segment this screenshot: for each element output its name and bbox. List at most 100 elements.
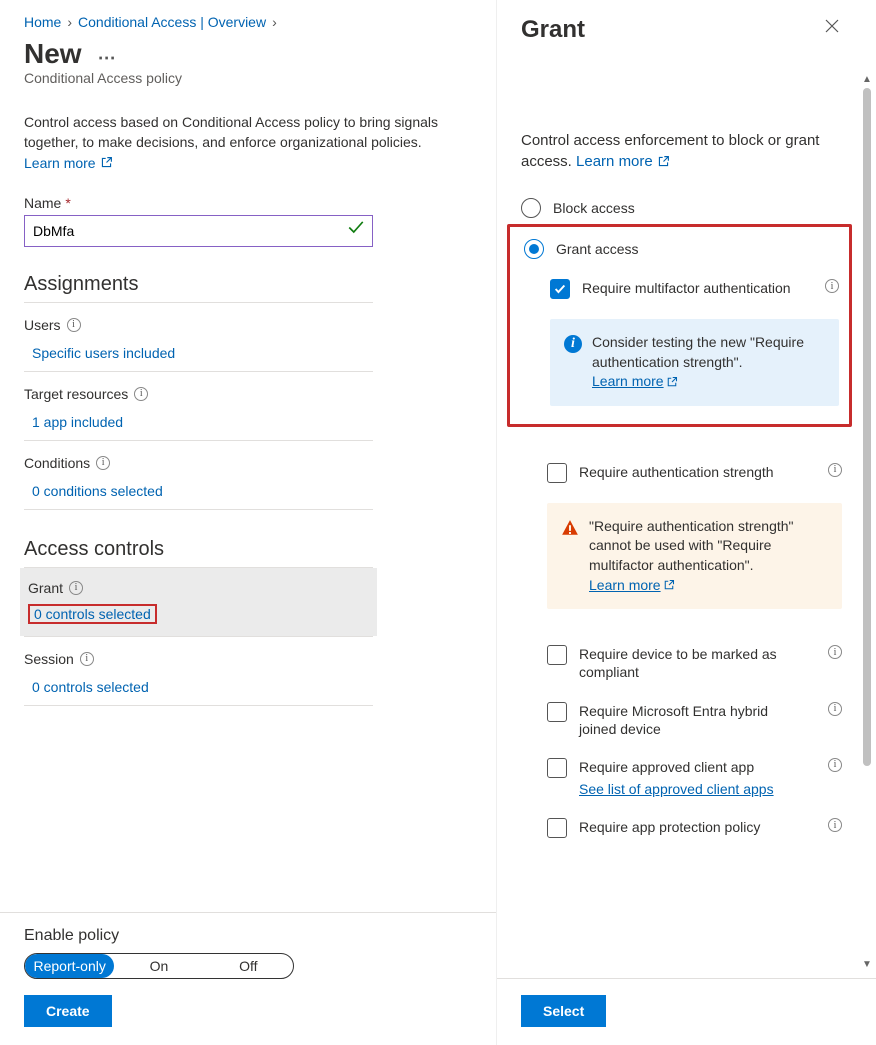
checkbox-icon [550,279,570,299]
page-title: New ⋯ [24,38,472,70]
valid-checkmark-icon [347,218,365,239]
panel-footer: Select [497,978,876,1045]
info-icon[interactable]: i [134,387,148,401]
panel-learn-more-text: Learn more [576,151,653,172]
info-note-learn-text: Learn more [592,372,664,392]
toggle-off[interactable]: Off [204,954,293,978]
info-icon[interactable]: i [828,758,842,772]
breadcrumb-conditional-access[interactable]: Conditional Access | Overview [78,14,266,30]
enable-policy-label: Enable policy [24,927,472,945]
require-approved-client-checkbox[interactable]: Require approved client app See list of … [547,758,842,798]
close-icon[interactable] [822,16,842,36]
conditions-section[interactable]: Conditions i 0 conditions selected [24,441,373,510]
conditions-value[interactable]: 0 conditions selected [24,483,163,499]
checkbox-icon [547,758,567,778]
enable-policy-toggle[interactable]: Report-only On Off [24,953,294,979]
toggle-on[interactable]: On [114,954,203,978]
require-mfa-label: Require multifactor authentication [582,279,813,297]
require-mfa-checkbox[interactable]: Require multifactor authentication i [550,279,839,299]
name-field: Name * [24,195,472,247]
warning-note-text: "Require authentication strength" cannot… [589,518,794,573]
page-intro: Control access based on Conditional Acce… [24,112,472,173]
checkbox-icon [547,463,567,483]
target-value[interactable]: 1 app included [24,414,123,430]
grant-panel: Grant Control access enforcement to bloc… [497,0,876,1045]
grant-access-radio[interactable]: Grant access [524,239,839,259]
require-app-protection-checkbox[interactable]: Require app protection policy i [547,818,842,838]
grant-access-label: Grant access [556,241,638,257]
require-compliant-checkbox[interactable]: Require device to be marked as compliant… [547,645,842,681]
radio-icon [521,198,541,218]
info-note: i Consider testing the new "Require auth… [550,319,839,406]
info-icon[interactable]: i [67,318,81,332]
conditions-label: Conditions [24,455,90,471]
checkbox-icon [547,702,567,722]
checkbox-icon [547,645,567,665]
toggle-report-only[interactable]: Report-only [25,954,114,978]
users-section[interactable]: Users i Specific users included [24,303,373,372]
warn-learn-text: Learn more [589,576,661,596]
info-icon[interactable]: i [828,463,842,477]
block-access-radio[interactable]: Block access [521,198,842,218]
breadcrumb-sep: › [272,14,277,30]
session-label: Session [24,651,74,667]
grant-highlight: 0 controls selected [28,604,157,624]
require-hybrid-label: Require Microsoft Entra hybrid joined de… [579,702,816,738]
approved-list-link[interactable]: See list of approved client apps [579,780,806,798]
left-footer: Enable policy Report-only On Off Create [0,912,496,1045]
info-icon[interactable]: i [825,279,839,293]
info-icon[interactable]: i [828,702,842,716]
select-button[interactable]: Select [521,995,606,1027]
require-authstrength-label: Require authentication strength [579,463,816,481]
warning-note: "Require authentication strength" cannot… [547,503,842,609]
create-button[interactable]: Create [24,995,112,1027]
target-resources-section[interactable]: Target resources i 1 app included [24,372,373,441]
main-column: Home › Conditional Access | Overview › N… [0,0,497,1045]
assignments-heading: Assignments [24,273,373,303]
external-link-icon [100,156,113,169]
session-value[interactable]: 0 controls selected [24,679,149,695]
grant-value[interactable]: 0 controls selected [34,606,151,622]
target-label: Target resources [24,386,128,402]
access-controls-heading: Access controls [24,538,373,568]
external-link-icon [663,579,675,591]
scroll-down-icon[interactable]: ▼ [860,959,874,971]
learn-more-text: Learn more [24,153,96,173]
users-label: Users [24,317,61,333]
breadcrumb-home[interactable]: Home [24,14,61,30]
scroll-up-icon[interactable]: ▲ [860,74,874,86]
info-icon[interactable]: i [828,645,842,659]
scroll-thumb[interactable] [863,88,871,766]
breadcrumb-sep: › [67,14,72,30]
require-compliant-label: Require device to be marked as compliant [579,645,816,681]
panel-learn-more[interactable]: Learn more [576,151,670,172]
scrollbar[interactable]: ▲ ▼ [860,74,874,971]
panel-intro: Control access enforcement to block or g… [521,130,842,172]
info-icon[interactable]: i [828,818,842,832]
name-input[interactable] [24,215,373,247]
info-note-text: Consider testing the new "Require authen… [592,334,804,370]
breadcrumb: Home › Conditional Access | Overview › [24,14,472,30]
require-app-protection-label: Require app protection policy [579,818,816,836]
users-value[interactable]: Specific users included [24,345,175,361]
info-icon[interactable]: i [69,581,83,595]
warning-icon [561,519,579,537]
page-title-text: New [24,38,82,70]
more-menu-icon[interactable]: ⋯ [98,49,118,67]
panel-intro-text: Control access enforcement to block or g… [521,132,819,170]
require-authstrength-checkbox[interactable]: Require authentication strength i [547,463,842,483]
session-section[interactable]: Session i 0 controls selected [24,637,373,706]
info-icon[interactable]: i [80,652,94,666]
require-hybrid-checkbox[interactable]: Require Microsoft Entra hybrid joined de… [547,702,842,738]
grant-highlight-group: Grant access Require multifactor authent… [507,224,852,427]
require-approved-client-label: Require approved client app See list of … [579,758,816,798]
info-note-learn-more[interactable]: Learn more [592,372,678,392]
radio-icon [524,239,544,259]
block-access-label: Block access [553,200,635,216]
checkbox-icon [547,818,567,838]
warn-note-learn-more[interactable]: Learn more [589,576,675,596]
info-icon[interactable]: i [96,456,110,470]
panel-body: Control access enforcement to block or g… [497,76,876,971]
learn-more-link[interactable]: Learn more [24,153,113,173]
grant-section[interactable]: Grant i 0 controls selected [20,568,377,636]
